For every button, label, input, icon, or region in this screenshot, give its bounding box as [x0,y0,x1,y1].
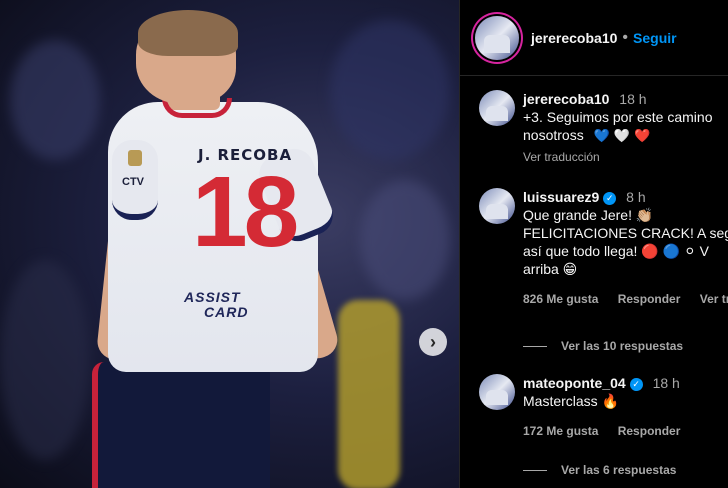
divider-line [523,469,547,471]
heart-emojis: 💙 🤍 ❤️ [593,129,651,144]
caption-text: nosotross [523,127,584,143]
jersey-number: 18 [192,156,299,268]
author-username[interactable]: jererecoba10 [531,30,617,46]
club-badge [128,150,142,166]
comment-text-line: Masterclass 🔥 [523,393,620,409]
chevron-right-icon: › [430,331,436,352]
commenter-avatar[interactable] [479,374,515,410]
crowd-blur [330,20,450,160]
comment-actions: 826 Me gusta Responder Ver tr [523,290,728,308]
comment-text-line: así que todo llega! 🔴 🔵 ⚪ V [523,243,709,259]
caption-username[interactable]: jererecoba10 [523,91,609,107]
comment-text-line: arriba 😁 [523,261,578,277]
comment-text-line: FELICITACIONES CRACK! A seg [523,225,728,241]
author-avatar[interactable] [475,15,519,60]
post-photo[interactable]: CTV J. RECOBA 18 ASSIST CARD › [0,0,459,488]
verified-icon: ✓ [603,192,617,205]
comment-actions: 172 Me gusta Responder [523,422,696,440]
divider-line [523,345,547,347]
view-replies-button[interactable]: Ver las 6 respuestas [523,463,676,477]
comment-time[interactable]: 18 h [653,375,680,391]
commenter-avatar[interactable] [479,188,515,224]
translate-link[interactable]: Ver tr [700,292,728,306]
player-hair [138,10,238,56]
post-sidebar: jererecoba10 • Seguir jererecoba10 18 h … [459,0,728,488]
caption-text-line: nosotross 💙 🤍 ❤️ [523,126,713,146]
background-player [338,300,400,488]
sponsor-line: CARD [204,304,249,320]
commenter-username[interactable]: mateoponte_04 [523,375,626,391]
like-count[interactable]: 172 Me gusta [523,424,598,438]
view-replies-label: Ver las 6 respuestas [561,463,677,477]
post-header: jererecoba10 • Seguir [460,0,728,76]
next-photo-button[interactable]: › [419,328,447,356]
comment-time[interactable]: 8 h [626,189,645,205]
commenter-username[interactable]: luissuarez9 [523,189,599,205]
player-shorts [92,362,270,488]
separator-dot: • [622,28,629,46]
translate-link[interactable]: Ver traducción [523,148,713,166]
view-replies-button[interactable]: Ver las 10 respuestas [523,339,683,353]
comment: luissuarez9 ✓ 8 h Que grande Jere! 👏🏼 FEL… [479,188,728,308]
sponsor-line: ASSIST [184,289,241,305]
verified-icon: ✓ [629,378,643,391]
like-count[interactable]: 826 Me gusta [523,292,598,306]
crowd-blur [0,260,90,460]
caption-time[interactable]: 18 h [619,91,646,107]
caption: jererecoba10 18 h +3. Seguimos por este … [479,90,713,166]
caption-text-line: +3. Seguimos por este camino [523,109,713,125]
jersey-chest-text: CTV [122,176,144,188]
caption-avatar[interactable] [479,90,515,126]
comment: mateoponte_04 ✓ 18 h Masterclass 🔥 172 Me… [479,374,696,440]
comment-text-line: Que grande Jere! 👏🏼 [523,207,654,223]
view-replies-label: Ver las 10 respuestas [561,339,684,353]
follow-button[interactable]: Seguir [633,30,677,46]
reply-button[interactable]: Responder [618,424,681,438]
crowd-blur [10,40,100,160]
reply-button[interactable]: Responder [618,292,681,306]
jersey-sponsor: ASSIST CARD [184,290,248,320]
crowd-blur [360,180,450,300]
